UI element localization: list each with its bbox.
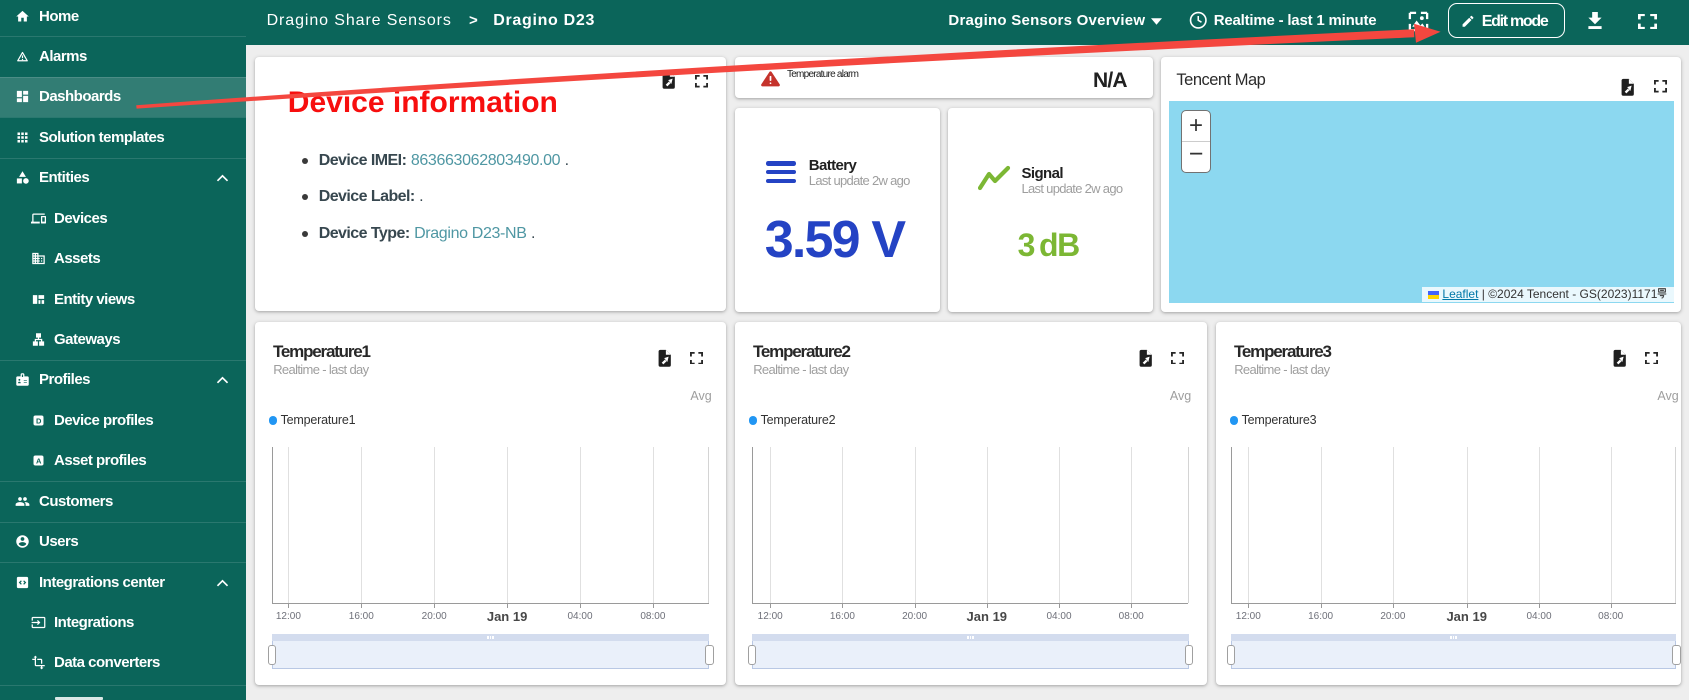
svg-text:D: D — [35, 416, 41, 425]
svg-text:A: A — [35, 457, 41, 466]
